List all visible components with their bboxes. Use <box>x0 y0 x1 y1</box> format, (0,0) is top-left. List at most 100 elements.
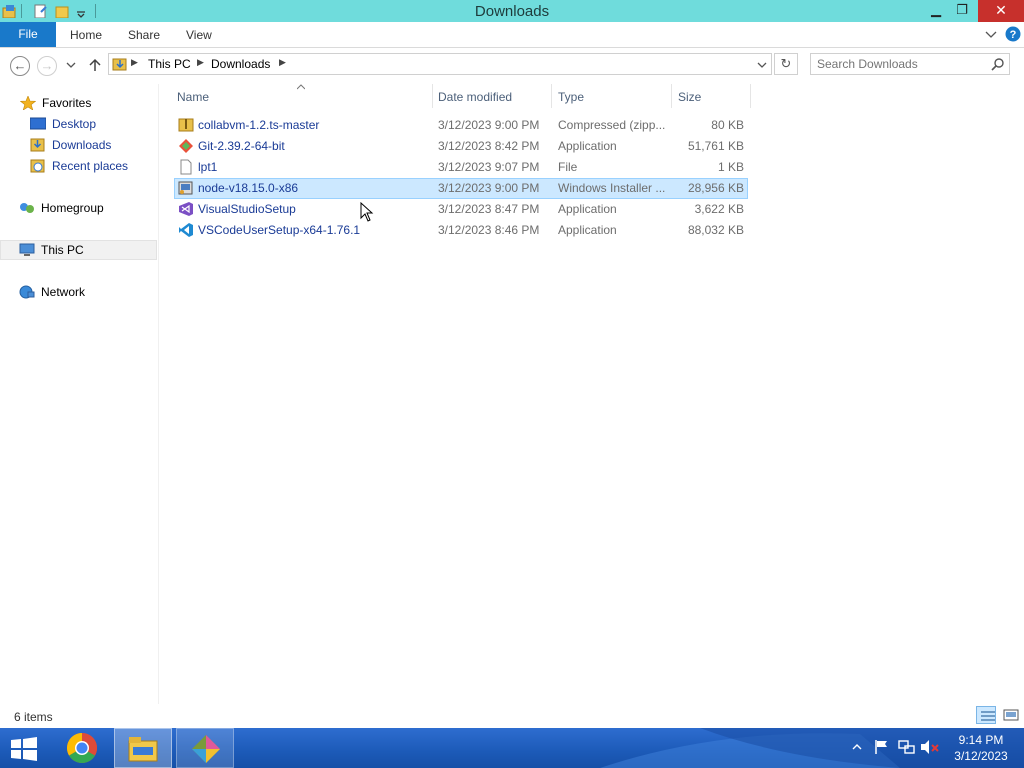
tab-home[interactable]: Home <box>70 22 102 47</box>
column-divider[interactable] <box>671 84 672 108</box>
file-explorer-icon <box>128 737 158 762</box>
nav-favorites-label: Favorites <box>42 96 92 110</box>
network-icon <box>19 285 35 299</box>
breadcrumb-downloads[interactable]: Downloads <box>211 57 270 71</box>
file-type: File <box>558 160 578 174</box>
downloads-icon <box>30 138 45 152</box>
file-size: 88,032 KB <box>687 223 744 237</box>
column-divider[interactable] <box>551 84 552 108</box>
file-name: VisualStudioSetup <box>198 202 296 216</box>
file-icon <box>180 159 192 175</box>
file-date: 3/12/2023 9:00 PM <box>438 181 540 195</box>
breadcrumb-separator: ▶ <box>131 57 138 67</box>
zip-folder-icon <box>178 118 194 132</box>
file-row[interactable]: VSCodeUserSetup-x64-1.76.1 3/12/2023 8:4… <box>174 220 748 241</box>
up-arrow-icon[interactable] <box>88 57 102 73</box>
search-box[interactable] <box>810 53 1010 75</box>
file-size: 51,761 KB <box>687 139 744 153</box>
breadcrumb-separator: ▶ <box>197 57 204 67</box>
help-icon[interactable]: ? <box>1005 26 1021 42</box>
visual-studio-icon <box>179 202 193 216</box>
file-name: VSCodeUserSetup-x64-1.76.1 <box>198 223 361 237</box>
breadcrumb-separator: ▶ <box>279 57 286 67</box>
star-icon <box>20 96 36 110</box>
navigation-pane: Favorites Desktop Downloads Recent place… <box>0 84 158 704</box>
file-size: 3,622 KB <box>694 202 744 216</box>
msi-icon <box>178 181 193 195</box>
status-bar: 6 items <box>0 706 1024 728</box>
network-tray-icon[interactable] <box>898 739 916 755</box>
file-type: Application <box>558 202 617 216</box>
recent-locations-icon[interactable] <box>66 60 76 70</box>
file-size: 1 KB <box>717 160 744 174</box>
forward-button[interactable]: → <box>37 56 57 76</box>
file-date: 3/12/2023 8:47 PM <box>438 202 540 216</box>
nav-network-label: Network <box>41 285 86 299</box>
column-size[interactable]: Size <box>678 90 701 104</box>
large-icons-view-icon[interactable] <box>1001 706 1021 724</box>
pane-divider[interactable] <box>158 84 159 704</box>
details-view-icon[interactable] <box>976 706 996 724</box>
tab-share[interactable]: Share <box>128 22 160 47</box>
taskbar-chrome[interactable] <box>60 728 106 768</box>
homegroup-icon <box>20 203 34 213</box>
file-date: 3/12/2023 8:42 PM <box>438 139 540 153</box>
window-title: Downloads <box>474 3 550 20</box>
expand-ribbon-icon[interactable] <box>984 29 998 39</box>
minimize-button[interactable]: ▁ <box>924 0 948 22</box>
show-hidden-icons-icon[interactable] <box>852 743 862 751</box>
close-button[interactable]: ✕ <box>978 0 1024 22</box>
column-divider[interactable] <box>432 84 433 108</box>
file-date: 3/12/2023 9:07 PM <box>438 160 540 174</box>
address-history-icon[interactable] <box>757 60 767 70</box>
nav-this-pc-label: This PC <box>41 243 84 257</box>
nav-downloads-label: Downloads <box>52 138 112 152</box>
back-button[interactable]: ← <box>10 56 30 76</box>
column-name[interactable]: Name <box>177 90 209 104</box>
taskbar-file-explorer[interactable] <box>114 728 172 768</box>
title-bar: Downloads ▁ ❐ ✕ <box>0 0 1024 22</box>
tab-view[interactable]: View <box>186 22 212 47</box>
file-name: lpt1 <box>198 160 218 174</box>
volume-muted-icon[interactable] <box>920 739 940 755</box>
downloads-folder-icon <box>112 58 127 71</box>
item-count: 6 items <box>14 710 53 724</box>
file-name: Git-2.39.2-64-bit <box>198 139 285 153</box>
git-icon <box>179 139 193 153</box>
desktop-icon <box>30 117 46 130</box>
file-row[interactable]: lpt1 3/12/2023 9:07 PM File 1 KB <box>174 157 748 178</box>
taskbar: 9:14 PM 3/12/2023 <box>0 728 1024 768</box>
file-row[interactable]: collabvm-1.2.ts-master 3/12/2023 9:00 PM… <box>174 115 748 136</box>
column-divider[interactable] <box>750 84 751 108</box>
file-date: 3/12/2023 9:00 PM <box>438 118 540 132</box>
restore-button[interactable]: ❐ <box>950 0 974 22</box>
address-row: ← → ▶ This PC ▶ Downloads ▶ ↻ <box>0 48 1024 82</box>
file-date: 3/12/2023 8:46 PM <box>438 223 540 237</box>
file-row-selected[interactable]: node-v18.15.0-x86 3/12/2023 9:00 PM Wind… <box>174 178 748 199</box>
file-type: Compressed (zipp... <box>558 118 666 132</box>
column-date-modified[interactable]: Date modified <box>438 90 512 104</box>
column-type[interactable]: Type <box>558 90 584 104</box>
refresh-button[interactable]: ↻ <box>774 53 798 75</box>
file-type: Application <box>558 223 617 237</box>
file-name: collabvm-1.2.ts-master <box>198 118 320 132</box>
tab-file[interactable]: File <box>0 22 56 47</box>
file-row[interactable]: Git-2.39.2-64-bit 3/12/2023 8:42 PM Appl… <box>174 136 748 157</box>
recent-places-icon <box>30 159 45 173</box>
chrome-icon <box>66 733 98 764</box>
search-icon[interactable] <box>991 57 1005 71</box>
nav-homegroup-label: Homegroup <box>41 201 104 215</box>
svg-text:?: ? <box>1010 29 1017 41</box>
clock[interactable]: 9:14 PM 3/12/2023 <box>942 732 1020 764</box>
mouse-cursor-icon <box>360 202 374 222</box>
computer-icon <box>19 243 35 256</box>
start-windows-icon[interactable] <box>10 737 38 768</box>
vscode-icon <box>179 223 193 237</box>
action-center-flag-icon[interactable] <box>874 739 890 755</box>
address-bar[interactable]: ▶ This PC ▶ Downloads ▶ <box>108 53 772 75</box>
taskbar-app[interactable] <box>176 728 234 768</box>
search-input[interactable] <box>817 56 982 72</box>
nav-recent-places-label: Recent places <box>52 159 129 173</box>
file-row[interactable]: VisualStudioSetup 3/12/2023 8:47 PM Appl… <box>174 199 748 220</box>
breadcrumb-this-pc[interactable]: This PC <box>148 57 191 71</box>
